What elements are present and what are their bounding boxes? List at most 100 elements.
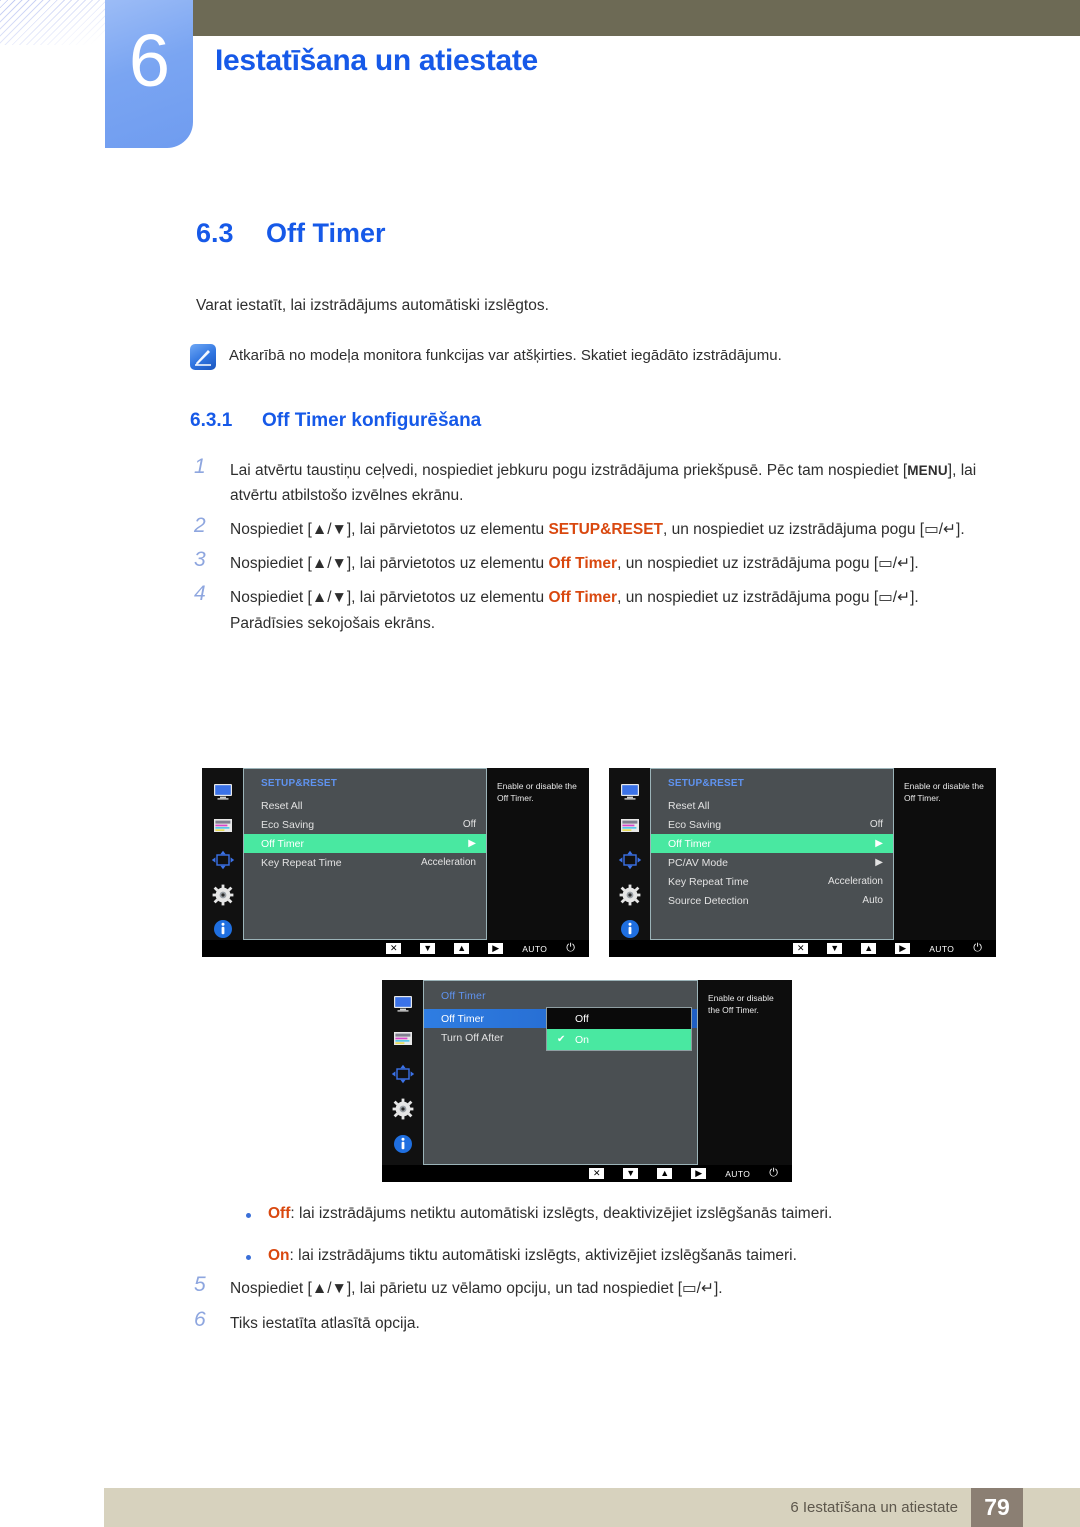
osd-popup-items: Off ✔ On — [547, 1008, 691, 1050]
up-button[interactable]: ▲ — [861, 943, 877, 954]
osd-menu-item[interactable]: Eco Saving Off — [651, 815, 893, 834]
right-button[interactable]: ▶ — [488, 943, 504, 954]
auto-button[interactable]: AUTO — [522, 944, 547, 954]
osd-menu-item[interactable]: Reset All — [244, 796, 486, 815]
gear-icon[interactable] — [391, 1098, 415, 1120]
down-button[interactable]: ▼ — [420, 943, 436, 954]
osd-menu-item[interactable]: Source Detection Auto — [651, 891, 893, 910]
osd-menu-item[interactable]: Reset All — [651, 796, 893, 815]
steps-list-secondary: 5 Nospiediet [▲/▼], lai pārietu uz vēlamo… — [190, 1273, 1000, 1346]
chapter-title: Iestatīšana un atiestate — [215, 44, 538, 77]
step-item: 3 Nospiediet [▲/▼], lai pārvietotos uz el… — [190, 548, 1000, 576]
check-icon: ✔ — [557, 1034, 566, 1045]
osd-item-value: Acceleration — [420, 857, 476, 868]
power-button[interactable]: ⏻ — [566, 942, 575, 955]
osd-help-text: Enable or disable the Off Timer. — [487, 768, 589, 940]
step-text: Tiks iestatīta atlasītā opcija. — [230, 1311, 1000, 1336]
off-timer-dropdown[interactable]: Off ✔ On — [546, 1007, 692, 1051]
auto-button[interactable]: AUTO — [929, 944, 954, 954]
note-text: Atkarībā no modeļa monitora funkcijas va… — [229, 347, 782, 364]
osd-popup-option[interactable]: ✔ On — [547, 1029, 691, 1050]
picture-color-icon[interactable] — [211, 815, 235, 836]
osd-item-value: Off — [462, 819, 476, 830]
step-item: 5 Nospiediet [▲/▼], lai pārietu uz vēlamo… — [190, 1273, 1000, 1301]
up-button[interactable]: ▲ — [454, 943, 470, 954]
monitor-icon[interactable] — [211, 781, 235, 802]
info-icon[interactable] — [211, 919, 235, 940]
steps-list-primary: 1 Lai atvērtu taustiņu ceļvedi, nospiedie… — [190, 455, 1000, 642]
osd-screenshot-1: SETUP&RESET Reset All Eco Saving Off Off Ti… — [202, 768, 589, 957]
position-arrows-icon[interactable] — [211, 850, 235, 871]
osd-menu-item[interactable]: Off Timer ▶ — [244, 834, 486, 853]
osd-item-value: Auto — [862, 895, 883, 906]
osd-item-value: ▶ — [875, 838, 883, 849]
step-number: 3 — [194, 548, 206, 572]
gear-icon[interactable] — [618, 884, 642, 906]
power-button[interactable]: ⏻ — [769, 1167, 778, 1180]
osd-item-value: Acceleration — [827, 876, 883, 887]
step-text-part: , un nospiediet uz izstrādājuma pogu [▭/… — [617, 589, 919, 607]
osd-popup-option[interactable]: Off — [547, 1008, 691, 1029]
osd-menu-item[interactable]: Eco Saving Off — [244, 815, 486, 834]
option-description: : lai izstrādājums tiktu automātiski izs… — [289, 1247, 797, 1264]
header-olive-bar — [193, 0, 1080, 36]
manual-page: 6 Iestatīšana un atiestate 6.3 Off Timer… — [0, 0, 1080, 1527]
close-button[interactable]: ✕ — [386, 943, 402, 954]
step-text-part: Nospiediet [▲/▼], lai pārietu uz vēlamo … — [230, 1280, 723, 1297]
info-icon[interactable] — [618, 919, 642, 940]
position-arrows-icon[interactable] — [618, 850, 642, 871]
down-button[interactable]: ▼ — [827, 943, 843, 954]
osd-menu-item[interactable]: Off Timer ▶ — [651, 834, 893, 853]
step-emphasis: Off Timer — [548, 555, 618, 573]
osd-item-value: ▶ — [875, 857, 883, 868]
osd-popup-label: Off — [575, 1012, 589, 1025]
info-icon[interactable] — [391, 1133, 415, 1155]
step-text: Lai atvērtu taustiņu ceļvedi, nospiediet… — [230, 458, 1000, 508]
osd-menu-panel-3: Off Timer Off Timer Turn Off After Off ✔ On — [423, 980, 698, 1165]
monitor-icon[interactable] — [618, 781, 642, 802]
picture-color-icon[interactable] — [391, 1028, 415, 1050]
osd-help-text: Enable or disable the Off Timer. — [894, 768, 996, 940]
osd-menu-item[interactable]: Key Repeat Time Acceleration — [244, 853, 486, 872]
option-label: Off — [268, 1205, 291, 1222]
auto-button[interactable]: AUTO — [725, 1169, 750, 1179]
step-text: Nospiediet [▲/▼], lai pārvietotos uz ele… — [230, 585, 1000, 610]
step-item: 2 Nospiediet [▲/▼], lai pārvietotos uz el… — [190, 514, 1000, 542]
step-text-part: Nospiediet [▲/▼], lai pārvietotos uz ele… — [230, 555, 549, 573]
up-button[interactable]: ▲ — [657, 1168, 673, 1179]
step-subnote: Parādīsies sekojošais ekrāns. — [230, 614, 436, 632]
osd-items-1: Reset All Eco Saving Off Off Timer ▶ Key Repe… — [244, 796, 486, 872]
close-button[interactable]: ✕ — [793, 943, 809, 954]
osd-help-text: Enable or disable the Off Timer. — [698, 980, 792, 1165]
osd-menu-item[interactable]: PC/AV Mode ▶ — [651, 853, 893, 872]
osd-item-label: Eco Saving — [261, 818, 315, 831]
osd-menu-panel-2: SETUP&RESET Reset All Eco Saving Off Off Ti… — [650, 768, 894, 940]
step-text-part: Nospiediet [▲/▼], lai pārvietotos uz ele… — [230, 521, 549, 539]
step-text-part: Nospiediet [▲/▼], lai pārvietotos uz ele… — [230, 589, 549, 607]
position-arrows-icon[interactable] — [391, 1063, 415, 1085]
osd-sidebar — [609, 768, 650, 940]
osd-button-bar: ✕ ▼ ▲ ▶ AUTO ⏻ — [202, 940, 589, 957]
down-button[interactable]: ▼ — [623, 1168, 639, 1179]
picture-color-icon[interactable] — [618, 815, 642, 836]
osd-popup-label: On — [575, 1033, 590, 1046]
gear-icon[interactable] — [211, 884, 235, 906]
osd-items-2: Reset All Eco Saving Off Off Timer ▶ PC/AV Mo… — [651, 796, 893, 910]
close-button[interactable]: ✕ — [589, 1168, 605, 1179]
step-text: Nospiediet [▲/▼], lai pārietu uz vēlamo … — [230, 1276, 1000, 1301]
osd-menu-panel-1: SETUP&RESET Reset All Eco Saving Off Off Ti… — [243, 768, 487, 940]
option-description: : lai izstrādājums netiktu automātiski i… — [290, 1205, 833, 1222]
monitor-icon[interactable] — [391, 993, 415, 1015]
chapter-number: 6 — [128, 19, 170, 102]
subsection-number: 6.3.1 — [190, 410, 233, 431]
step-number: 1 — [194, 455, 206, 478]
osd-item-label: Reset All — [261, 799, 303, 812]
osd-item-value: ▶ — [468, 838, 476, 849]
right-button[interactable]: ▶ — [691, 1168, 707, 1179]
osd-item-label: Key Repeat Time — [261, 856, 342, 869]
power-button[interactable]: ⏻ — [973, 942, 982, 955]
step-number: 6 — [194, 1308, 206, 1332]
right-button[interactable]: ▶ — [895, 943, 911, 954]
osd-menu-item[interactable]: Key Repeat Time Acceleration — [651, 872, 893, 891]
option-bullet: On: lai izstrādājums tiktu automātiski i… — [240, 1247, 1010, 1265]
